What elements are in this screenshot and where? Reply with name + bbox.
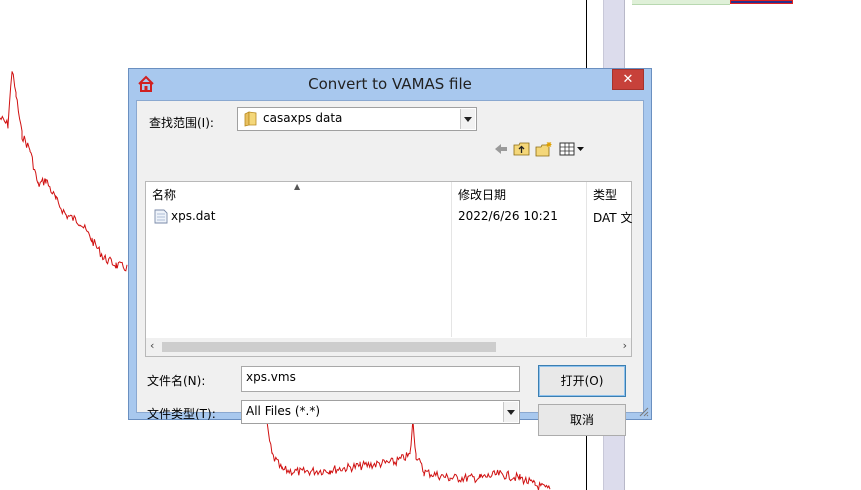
spectrum-trace: [0, 71, 128, 272]
scroll-right-icon[interactable]: ›: [623, 339, 627, 352]
file-type-value: All Files (*.*): [246, 404, 321, 418]
file-name-cell: xps.dat: [171, 209, 216, 223]
file-name-input[interactable]: xps.vms: [241, 366, 520, 392]
scroll-left-icon[interactable]: ‹: [150, 339, 154, 352]
convert-vamas-dialog: Convert to VAMAS file ✕ 查找范围(I): casaxps…: [128, 68, 652, 436]
up-folder-icon[interactable]: [513, 141, 531, 157]
back-arrow-icon[interactable]: [492, 141, 510, 157]
new-folder-icon[interactable]: [535, 141, 553, 157]
file-type-label: 文件类型(T):: [147, 407, 216, 421]
horizontal-scrollbar[interactable]: ‹ ›: [146, 338, 631, 356]
column-header-type[interactable]: 类型: [593, 186, 617, 203]
list-header: ▲ 名称 修改日期 类型: [146, 182, 631, 205]
cancel-button[interactable]: 取消: [538, 404, 626, 436]
background-selected-cell[interactable]: [730, 0, 793, 4]
file-modified-cell: 2022/6/26 10:21: [458, 209, 558, 223]
look-in-combo[interactable]: casaxps data: [237, 107, 477, 131]
dialog-title: Convert to VAMAS file: [308, 75, 472, 93]
column-separator: [586, 182, 587, 337]
file-list-view[interactable]: ▲ 名称 修改日期 类型 xps.dat 2022/6/26 10:21 DAT…: [145, 181, 632, 357]
dat-file-icon: [154, 209, 168, 224]
background-header-cell: [632, 0, 730, 5]
scrollbar-thumb[interactable]: [162, 342, 496, 352]
look-in-value: casaxps data: [263, 111, 343, 125]
sort-ascending-icon: ▲: [294, 182, 301, 191]
resize-grip-icon[interactable]: [637, 405, 649, 417]
column-separator: [451, 182, 452, 337]
view-menu-icon[interactable]: [559, 141, 587, 157]
column-header-name[interactable]: 名称: [152, 186, 176, 203]
file-name-value: xps.vms: [246, 370, 296, 384]
file-type-cell: DAT 文: [593, 211, 633, 225]
close-icon: ✕: [622, 72, 634, 87]
look-in-label: 查找范围(I):: [149, 116, 214, 130]
chevron-down-icon[interactable]: [460, 109, 475, 129]
dialog-title-bar[interactable]: Convert to VAMAS file ✕: [129, 69, 651, 99]
spectrum-trace: [265, 417, 551, 490]
column-header-modified[interactable]: 修改日期: [458, 186, 506, 203]
close-button[interactable]: ✕: [612, 69, 644, 90]
chevron-down-icon[interactable]: [503, 402, 518, 422]
folder-icon: [244, 111, 257, 127]
dialog-client-area: 查找范围(I): casaxps data ▲ 名称 修改日期 类型 xps.d…: [136, 100, 644, 436]
open-button[interactable]: 打开(O): [538, 365, 626, 397]
file-name-label: 文件名(N):: [147, 374, 206, 388]
file-type-combo[interactable]: All Files (*.*): [241, 400, 520, 424]
